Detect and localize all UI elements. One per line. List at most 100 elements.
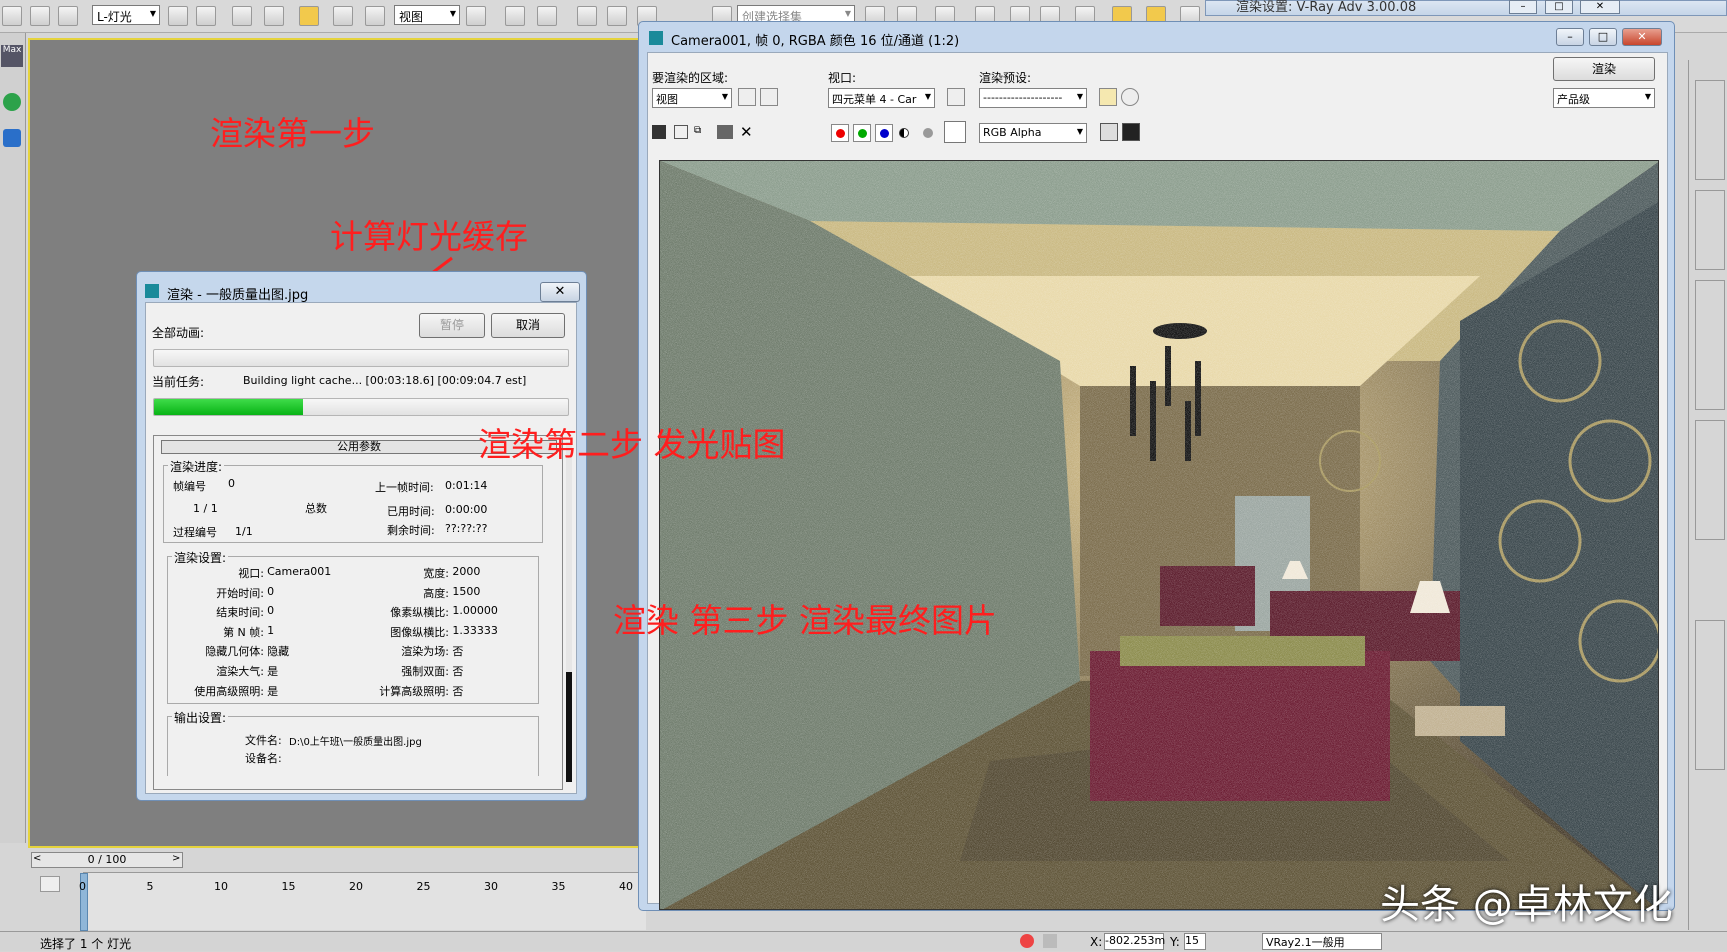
clone-icon[interactable] xyxy=(674,125,688,139)
slider-next-icon[interactable]: > xyxy=(172,853,182,867)
y-label: Y: xyxy=(1170,935,1180,949)
command-panel xyxy=(1688,60,1727,930)
rollout-scrollbar[interactable] xyxy=(566,442,572,782)
snap-icon[interactable] xyxy=(577,6,597,26)
vray-maximize-button[interactable]: □ xyxy=(1545,0,1573,14)
panel-rollout-5 xyxy=(1695,620,1725,770)
x-coord-field[interactable]: -802.253m xyxy=(1104,933,1165,950)
all-anim-progress xyxy=(153,349,569,367)
keyboard-shortcut-icon[interactable] xyxy=(537,6,557,26)
setting-key: 第 N 帧: xyxy=(223,625,264,639)
all-anim-label: 全部动画: xyxy=(152,326,205,340)
angle-snap-icon[interactable] xyxy=(607,6,627,26)
timeline-tick-label: 0 xyxy=(79,880,86,893)
vray-settings-title: 渲染设置: V-Ray Adv 3.00.08 xyxy=(1236,0,1417,15)
display-mono-icon[interactable] xyxy=(1122,123,1140,141)
cancel-button[interactable]: 取消 xyxy=(491,313,565,338)
status-bar: 选择了 1 个 灯光 X: -802.253m Y: 15 VRay2.1一般用 xyxy=(0,931,1727,951)
copy-icon[interactable]: ⧉ xyxy=(694,125,712,139)
lock-viewport-icon[interactable] xyxy=(947,88,965,106)
slider-prev-icon[interactable]: < xyxy=(33,853,43,867)
preset-label: 渲染预设: xyxy=(979,71,1032,85)
blue-channel-button[interactable] xyxy=(875,124,893,142)
channel-select[interactable]: RGB Alpha xyxy=(979,123,1087,143)
padlock-icon[interactable] xyxy=(1043,934,1057,948)
green-channel-button[interactable] xyxy=(853,124,871,142)
lock-selection-icon[interactable] xyxy=(1020,934,1034,948)
dialog-close-button[interactable]: ✕ xyxy=(540,282,580,302)
setting-key: 隐藏几何体: xyxy=(205,645,264,659)
auto-region-icon[interactable] xyxy=(760,88,778,106)
quality-select[interactable]: 产品级 xyxy=(1553,88,1655,108)
pivot-icon[interactable] xyxy=(466,6,486,26)
last-frame-value: 0:01:14 xyxy=(445,479,488,492)
timeline-tick-label: 35 xyxy=(551,880,566,893)
teapot-icon xyxy=(145,284,159,298)
vfb-close-button[interactable]: ✕ xyxy=(1622,28,1662,46)
setting-value: 1 xyxy=(267,623,275,637)
link-icon[interactable] xyxy=(2,6,22,26)
area-select[interactable]: 视图 xyxy=(652,88,732,108)
setting-value: 0 xyxy=(267,584,275,598)
env-icon[interactable] xyxy=(1121,88,1139,106)
setting-value: 是 xyxy=(267,684,279,698)
clear-icon[interactable]: ✕ xyxy=(740,123,753,141)
render-setup-small-icon[interactable] xyxy=(1099,88,1117,106)
pause-button[interactable]: 暂停 xyxy=(419,313,485,338)
setting-row: 开始时间: 0 xyxy=(177,585,347,601)
ref-coord-select[interactable]: 视图 xyxy=(394,5,460,25)
select-manipulate-icon[interactable] xyxy=(505,6,525,26)
max-antivirus-icon[interactable]: Max xyxy=(1,45,23,67)
bottom-select[interactable]: VRay2.1一般用 xyxy=(1262,933,1382,950)
setting-key: 视口: xyxy=(238,567,264,580)
timeline-tick-label: 20 xyxy=(349,880,363,893)
mono-channel-icon[interactable] xyxy=(923,128,933,138)
print-icon[interactable] xyxy=(717,125,733,139)
file-label: 文件名: xyxy=(245,734,282,747)
teapot-icon xyxy=(649,31,663,45)
edit-region-icon[interactable] xyxy=(738,88,756,106)
save-image-icon[interactable] xyxy=(652,125,666,139)
color-swatch[interactable] xyxy=(944,121,966,143)
vray-minimize-button[interactable]: – xyxy=(1509,0,1537,14)
render-button[interactable]: 渲染 xyxy=(1553,57,1655,81)
setting-value: 1.33333 xyxy=(452,623,498,637)
setting-value: 0 xyxy=(267,604,275,618)
unlink-icon[interactable] xyxy=(30,6,50,26)
left-dock-bar: Max xyxy=(0,33,26,843)
scale-icon[interactable] xyxy=(365,6,385,26)
layer-select[interactable]: L-灯光 xyxy=(92,5,160,25)
setting-value: 是 xyxy=(267,665,279,678)
vfb-minimize-button[interactable]: – xyxy=(1556,28,1584,46)
viewport-select[interactable]: 四元菜单 4 - Car xyxy=(828,88,935,108)
select-object-icon[interactable] xyxy=(168,6,188,26)
y-coord-field[interactable]: 15 xyxy=(1184,933,1206,950)
protection-icon[interactable] xyxy=(3,129,21,147)
task-progress-fill xyxy=(154,399,304,415)
window-crossing-icon[interactable] xyxy=(264,6,284,26)
rotate-icon[interactable] xyxy=(333,6,353,26)
vray-close-button[interactable]: ✕ xyxy=(1580,0,1620,14)
track-ticks: 0 5 10 15 20 25 30 35 40 xyxy=(79,880,646,900)
panel-rollout-4 xyxy=(1695,420,1725,540)
move-icon[interactable] xyxy=(299,6,319,26)
setting-row: 渲染为场: 否 xyxy=(357,643,537,659)
setting-row: 宽度: 2000 xyxy=(357,565,537,581)
security-shield-icon[interactable] xyxy=(3,93,21,111)
rendered-image[interactable] xyxy=(659,160,1659,910)
setting-row: 渲染大气: 是 xyxy=(177,663,347,679)
setting-row: 计算高级照明: 否 xyxy=(357,683,537,699)
red-channel-button[interactable] xyxy=(831,124,849,142)
render-scene xyxy=(660,161,1658,909)
alpha-channel-icon[interactable] xyxy=(899,128,909,138)
bind-spacewarp-icon[interactable] xyxy=(58,6,78,26)
display-toggle-icon[interactable] xyxy=(1100,123,1118,141)
time-slider[interactable]: 0 / 100 xyxy=(31,852,183,868)
remaining-label: 剩余时间: xyxy=(387,524,435,537)
preset-select[interactable]: -------------------- xyxy=(979,88,1087,108)
rect-selection-icon[interactable] xyxy=(232,6,252,26)
vfb-maximize-button[interactable]: □ xyxy=(1589,28,1617,46)
mini-curve-editor-icon[interactable] xyxy=(40,876,60,892)
select-by-name-icon[interactable] xyxy=(196,6,216,26)
vray-settings-titlebar[interactable]: 渲染设置: V-Ray Adv 3.00.08 xyxy=(1205,0,1727,16)
